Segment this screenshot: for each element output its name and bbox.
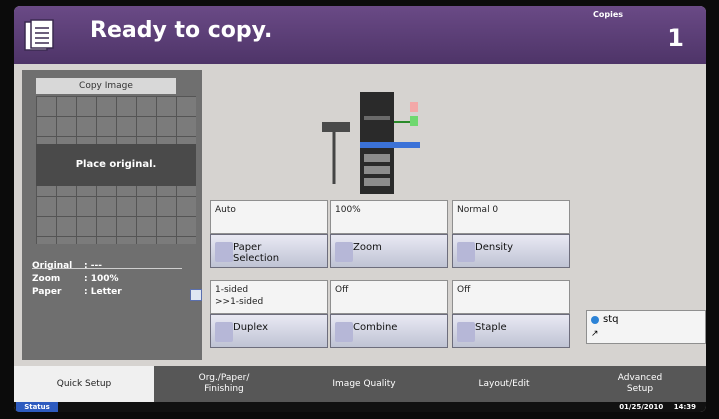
duplex-button[interactable]: Duplex: [210, 314, 328, 348]
place-original-message: Place original.: [36, 144, 196, 186]
staple-button-label: Staple: [475, 322, 507, 333]
staple-button[interactable]: Staple: [452, 314, 570, 348]
original-value: : ---: [84, 261, 102, 271]
time-text: 14:39: [673, 403, 696, 411]
zoom-status: 100%: [330, 200, 448, 234]
zoom-value: : 100%: [84, 274, 119, 284]
density-status: Normal 0: [452, 200, 570, 234]
tab-advanced-setup[interactable]: Advanced Setup: [574, 366, 706, 402]
chevron-up-icon: [335, 322, 353, 342]
chevron-up-icon: [215, 322, 233, 342]
combine-button[interactable]: Combine: [330, 314, 448, 348]
paper-label: Paper: [32, 287, 62, 297]
paper-value: : Letter: [84, 287, 122, 297]
copy-mode-icon: [24, 19, 54, 51]
tab-quick-setup[interactable]: Quick Setup: [14, 366, 154, 402]
copies-label: Copies: [593, 10, 624, 19]
tab-label: Quick Setup: [56, 378, 112, 389]
density-button[interactable]: Density: [452, 234, 570, 268]
tab-layout-edit[interactable]: Layout/Edit: [434, 366, 574, 402]
staple-status: Off: [452, 280, 570, 314]
header-bar: Ready to copy. Copies 1: [14, 6, 706, 64]
tab-org-paper-finishing[interactable]: Org./Paper/ Finishing: [154, 366, 294, 402]
duplex-status: 1-sided >>1-sided: [210, 280, 328, 314]
density-button-label: Density: [475, 242, 514, 253]
bottom-status-bar: Status 01/25/2010 14:39: [14, 402, 706, 412]
zoom-button-label: Zoom: [353, 242, 382, 253]
tab-label: Advanced Setup: [617, 373, 663, 394]
paper-selection-label: Paper Selection: [233, 242, 280, 264]
shortcut-icon: ↗: [591, 329, 599, 339]
combine-button-label: Combine: [353, 322, 398, 333]
tab-label: Org./Paper/ Finishing: [198, 373, 250, 394]
zoom-label: Zoom: [32, 274, 61, 284]
chevron-up-icon: [457, 322, 475, 342]
chevron-up-icon: [457, 242, 475, 262]
paper-selection-status: Auto: [210, 200, 328, 234]
zoom-button[interactable]: Zoom: [330, 234, 448, 268]
copier-screen: Ready to copy. Copies 1 Copy Image Place…: [14, 6, 706, 412]
stq-label: stq: [603, 314, 619, 325]
copy-info: Original : --- Zoom : 100% Paper : Letter: [32, 260, 122, 299]
combine-status: Off: [330, 280, 448, 314]
date-text: 01/25/2010: [619, 403, 664, 411]
copy-image-title: Copy Image: [36, 78, 176, 94]
paper-selection-button[interactable]: Paper Selection: [210, 234, 328, 268]
copies-count[interactable]: 1: [667, 24, 684, 52]
document-icon: [190, 289, 202, 301]
copier-device-icon: [322, 92, 420, 194]
tab-label: Layout/Edit: [478, 378, 530, 389]
tab-label: Image Quality: [332, 378, 396, 389]
status-title: Ready to copy.: [90, 18, 273, 43]
status-button[interactable]: Status: [16, 402, 58, 412]
info-divider: [32, 268, 182, 269]
stq-shortcut-button[interactable]: stq ↗: [586, 310, 706, 344]
chevron-up-icon: [335, 242, 353, 262]
tab-image-quality[interactable]: Image Quality: [294, 366, 434, 402]
duplex-button-label: Duplex: [233, 322, 269, 333]
tab-bar: Quick Setup Org./Paper/ Finishing Image …: [14, 366, 706, 402]
date-time: 01/25/2010 14:39: [619, 402, 696, 412]
blue-dot-icon: [591, 316, 599, 324]
original-label: Original: [32, 261, 73, 271]
chevron-up-icon: [215, 242, 233, 262]
